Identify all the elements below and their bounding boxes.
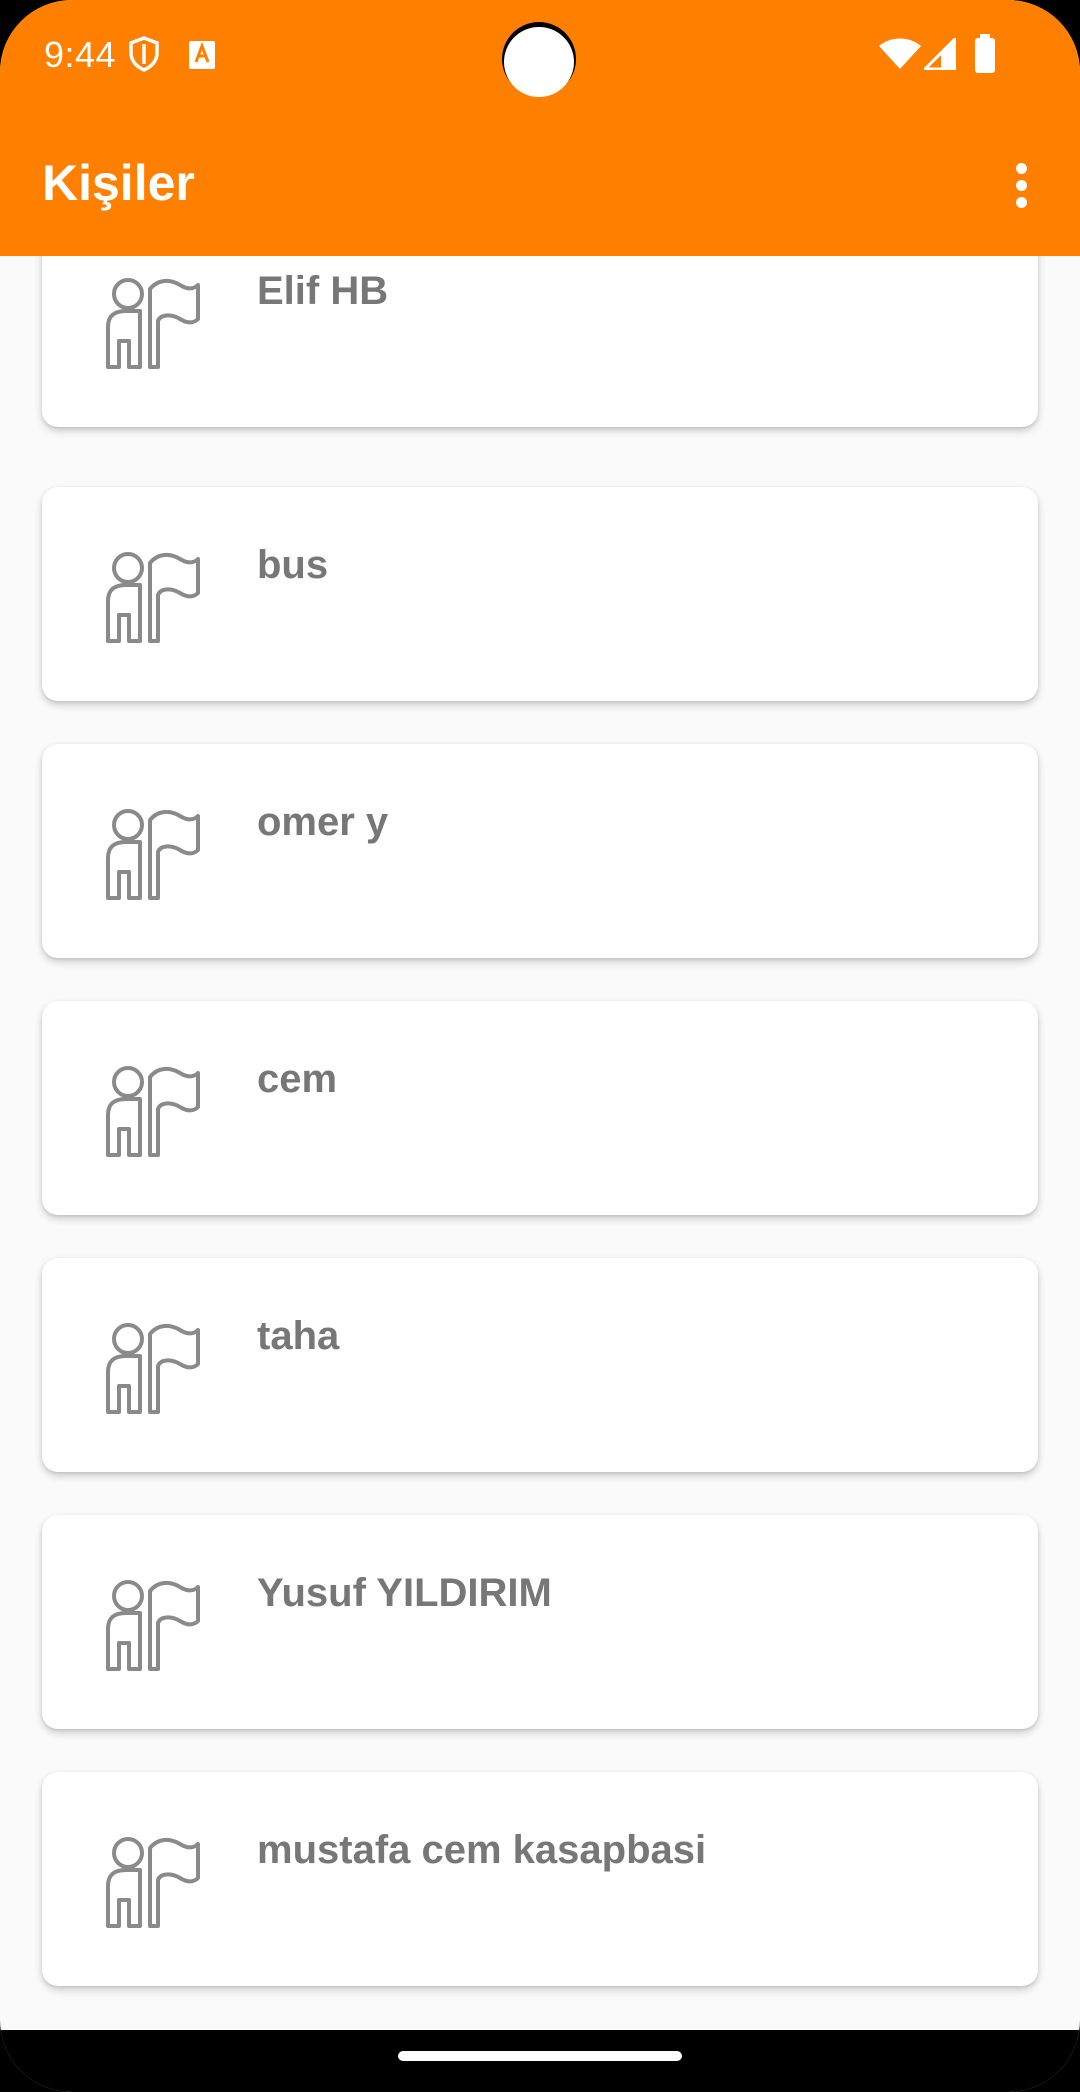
wifi-icon — [879, 38, 921, 69]
contact-card[interactable]: taha — [42, 1258, 1038, 1472]
shield-icon — [129, 36, 159, 72]
contact-card[interactable]: bus — [42, 487, 1038, 701]
battery-icon — [975, 34, 995, 73]
overflow-menu-button[interactable] — [1000, 150, 1044, 222]
person-with-flag-icon — [106, 1837, 200, 1928]
contact-list[interactable]: Elif HB bus omer y cem taha Yusuf YILDIR… — [0, 256, 1080, 2010]
contact-name: omer y — [257, 800, 389, 844]
contact-card[interactable]: mustafa cem kasapbasi — [42, 1772, 1038, 1986]
more-vertical-icon — [1016, 163, 1027, 174]
person-with-flag-icon — [106, 1580, 200, 1671]
navigation-bar — [0, 2030, 1080, 2092]
page-title: Kişiler — [42, 155, 195, 211]
contact-name: Yusuf YILDIRIM — [257, 1571, 552, 1615]
camera-cutout — [504, 27, 574, 97]
person-with-flag-icon — [106, 809, 200, 900]
person-with-flag-icon — [106, 552, 200, 643]
contact-card[interactable]: Yusuf YILDIRIM — [42, 1515, 1038, 1729]
contact-name: Elif HB — [257, 269, 389, 313]
font-badge-icon — [189, 41, 215, 69]
status-time: 9:44 — [44, 34, 117, 75]
phone-screen: 9:44 Kişiler Elif HB bus omer y cem taha… — [0, 0, 1080, 2092]
contact-card[interactable]: cem — [42, 1001, 1038, 1215]
person-with-flag-icon — [106, 1323, 200, 1414]
contact-name: bus — [257, 543, 329, 587]
contact-name: cem — [257, 1057, 338, 1101]
home-gesture-handle[interactable] — [398, 2051, 682, 2061]
signal-icon — [924, 38, 956, 70]
contact-card[interactable]: Elif HB — [42, 256, 1038, 427]
contact-card[interactable]: omer y — [42, 744, 1038, 958]
person-with-flag-icon — [106, 278, 200, 369]
app-bar: 9:44 Kişiler — [0, 0, 1080, 256]
contact-name: taha — [257, 1314, 340, 1358]
person-with-flag-icon — [106, 1066, 200, 1157]
contact-name: mustafa cem kasapbasi — [257, 1828, 707, 1872]
